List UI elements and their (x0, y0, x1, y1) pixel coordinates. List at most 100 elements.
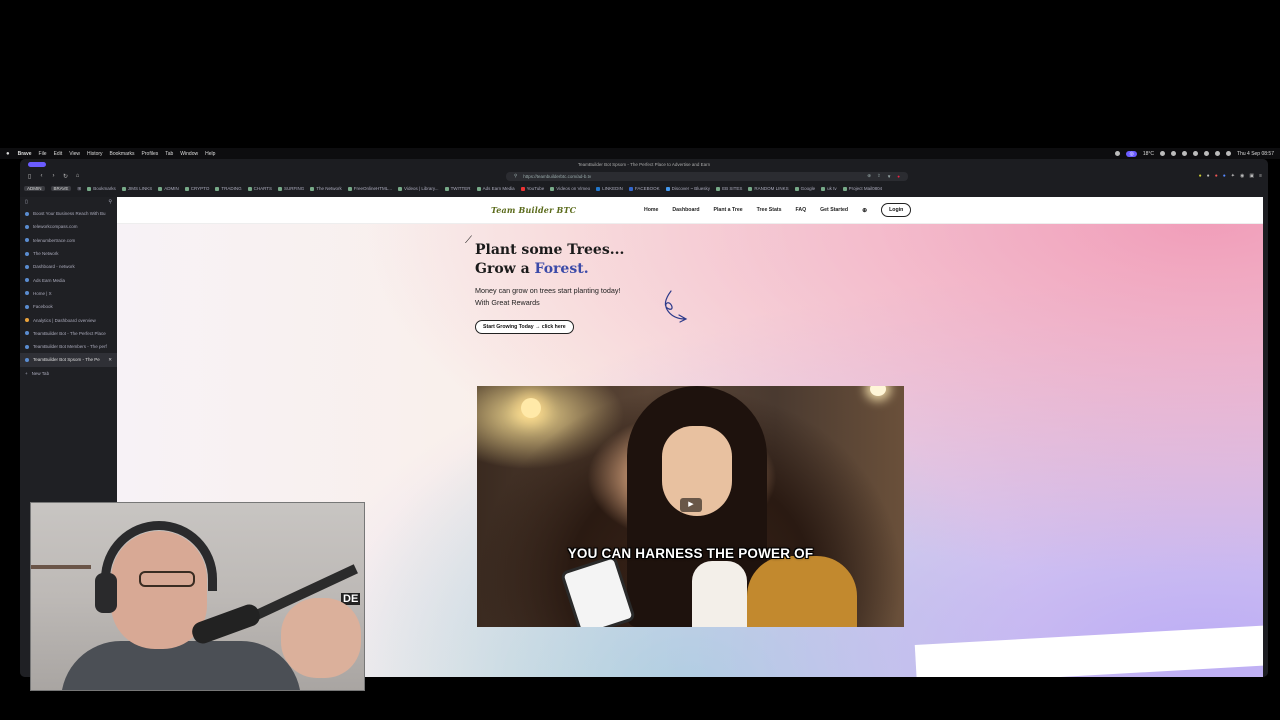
control-center-icon[interactable] (1226, 151, 1232, 156)
clock[interactable]: Thu 4 Sep 08:57 (1237, 151, 1274, 157)
site-logo[interactable]: Team Builder BTC (491, 205, 576, 215)
menu-window[interactable]: Window (180, 151, 198, 157)
profile-icon[interactable]: ◉ (1240, 173, 1244, 179)
bookmark-item[interactable]: Discover ~ Bluesky (665, 186, 710, 191)
new-tab-button[interactable]: + New Tab (20, 367, 117, 380)
bookmark-item[interactable]: LINKEDIN (596, 186, 623, 191)
workspace-brave[interactable]: BRAVE (50, 186, 72, 191)
bookmark-item[interactable]: YouTube (520, 186, 544, 191)
site-info-icon[interactable]: ⚲ (514, 173, 517, 179)
bookmark-item[interactable]: The Network (310, 186, 342, 191)
url-text[interactable]: https://teambuilderbtc.com/ad-b.tv (523, 174, 861, 179)
sidebar-tab[interactable]: Boost Your Business Reach With Bu (20, 207, 117, 220)
extension-icon[interactable]: ● (1215, 173, 1218, 179)
nav-home[interactable]: Home (644, 207, 658, 213)
sidebar-tab[interactable]: teleworkcompass.com (20, 220, 117, 233)
bookmark-item[interactable]: CRYPTO (184, 186, 209, 191)
bookmark-item[interactable]: uk tv (821, 186, 837, 191)
sidebar-tab[interactable]: The Network (20, 247, 117, 260)
hero-heading-line2: Grow a Forest. (475, 260, 624, 279)
menu-file[interactable]: File (39, 151, 47, 157)
sidebar-tab[interactable]: Facebook (20, 300, 117, 313)
bookmark-item[interactable]: SURFING (278, 186, 304, 191)
extensions-area: ● ● ● ● ✦ ◉ ▣ ≡ (1199, 173, 1262, 179)
extension-icon[interactable]: ● (1223, 173, 1226, 179)
bookmark-item[interactable]: Project Mail0804 (842, 186, 882, 191)
hero-video[interactable]: ▶ YOU CAN HARNESS THE POWER OF (477, 386, 904, 627)
sidebar-tab[interactable]: Dashboard - network (20, 260, 117, 273)
sidebar-tab-active[interactable]: TeamBuilder Bot Spsom - The Pe ✕ (20, 353, 117, 367)
bluetooth-icon[interactable] (1193, 151, 1199, 156)
reload-icon[interactable]: ↻ (62, 173, 69, 180)
sidebar-tab[interactable]: Ads Earn Media (20, 273, 117, 286)
send-icon[interactable] (1160, 151, 1166, 156)
bookmark-item[interactable]: Videos | Library... (398, 186, 439, 191)
bookmark-item[interactable]: FACEBOOK (628, 186, 660, 191)
menu-edit[interactable]: Edit (54, 151, 63, 157)
address-bar[interactable]: ⚲ https://teambuilderbtc.com/ad-b.tv ⊕ ⇪… (506, 171, 908, 181)
apps-grid-icon[interactable]: ⊞ (77, 186, 81, 192)
menu-help[interactable]: Help (205, 151, 215, 157)
nav-faq[interactable]: FAQ (795, 207, 806, 213)
focus-icon[interactable] (1171, 151, 1177, 156)
webcam-overlay: DE (30, 502, 365, 691)
sidebar-panel-icon[interactable]: ▯ (25, 199, 28, 205)
status-icon[interactable] (1115, 151, 1121, 156)
zoom-icon[interactable]: ⊕ (867, 173, 871, 179)
workspace-admin[interactable]: ADMIN (24, 186, 45, 191)
sidebar-tab[interactable]: Analytics | Dashboard overview (20, 313, 117, 326)
x-icon (444, 186, 449, 191)
language-globe-icon[interactable]: ⊕ (862, 207, 867, 214)
share-icon[interactable]: ⇪ (877, 173, 881, 179)
menu-icon[interactable]: ≡ (1259, 173, 1262, 179)
bookmark-item[interactable]: CHARTS (247, 186, 272, 191)
menu-profiles[interactable]: Profiles (142, 151, 159, 157)
bookmark-item[interactable]: Bookmarks (87, 186, 116, 191)
sidebar-toggle-icon[interactable]: ▯ (26, 173, 33, 180)
forward-icon[interactable]: › (50, 173, 57, 179)
wifi-icon[interactable] (1204, 151, 1210, 156)
menu-history[interactable]: History (87, 151, 103, 157)
nav-get-started[interactable]: Get Started (820, 207, 848, 213)
weather-text[interactable]: 18°C (1143, 151, 1154, 157)
login-button[interactable]: Login (881, 203, 912, 217)
close-tab-icon[interactable]: ✕ (108, 357, 112, 363)
extension-icon[interactable]: ● (1199, 173, 1202, 179)
puzzle-icon[interactable]: ✦ (1231, 173, 1235, 179)
bookmark-item[interactable]: TRADING (215, 186, 242, 191)
bookmark-item[interactable]: ADMIN (158, 186, 179, 191)
menu-app-name[interactable]: Brave (18, 151, 32, 157)
nav-plant-a-tree[interactable]: Plant a Tree (714, 207, 743, 213)
menu-view[interactable]: View (69, 151, 80, 157)
rewards-icon[interactable]: ● (897, 174, 900, 179)
sidebar-tab[interactable]: TeamBuilder Bot - The Perfect Place (20, 327, 117, 340)
apple-icon[interactable]: ● (6, 151, 10, 157)
nav-dashboard[interactable]: Dashboard (672, 207, 699, 213)
youtube-icon (520, 186, 525, 191)
search-icon[interactable] (1215, 151, 1221, 156)
bookmark-item[interactable]: Videos on Vimeo (550, 186, 590, 191)
bookmark-item[interactable]: RANDOM LINKS (748, 186, 789, 191)
menu-bookmarks[interactable]: Bookmarks (110, 151, 135, 157)
bookmark-item[interactable]: Ads Earn Media (476, 186, 515, 191)
play-icon[interactable]: ▶ (680, 498, 702, 512)
bookmark-item[interactable]: FreeOnlineHTML... (347, 186, 392, 191)
menu-tab[interactable]: Tab (165, 151, 173, 157)
extension-icon[interactable]: ● (1207, 173, 1210, 179)
start-growing-button[interactable]: Start Growing Today → click here (475, 320, 574, 334)
sidebar-tab[interactable]: Home | X (20, 287, 117, 300)
search-tabs-icon[interactable]: ⚲ (108, 199, 112, 205)
bookmark-item[interactable]: TWITTER (444, 186, 471, 191)
back-icon[interactable]: ‹ (38, 173, 45, 179)
wallet-icon[interactable]: ▣ (1249, 173, 1254, 179)
bookmark-item[interactable]: EB SITES (716, 186, 742, 191)
nav-tree-stats[interactable]: Tree Stats (757, 207, 782, 213)
bookmark-item[interactable]: Google (794, 186, 815, 191)
battery-icon[interactable] (1182, 151, 1188, 156)
brave-shield-icon[interactable]: ▼ (887, 174, 891, 179)
bookmark-item[interactable]: JIMS LINKS (121, 186, 152, 191)
sidebar-tab[interactable]: TeamBuilder Bot Members - The perf (20, 340, 117, 353)
sidebar-tab[interactable]: telenumbertrace.com (20, 234, 117, 247)
status-badge-icon[interactable]: ◎ (1126, 150, 1137, 157)
home-icon[interactable]: ⌂ (74, 173, 81, 179)
